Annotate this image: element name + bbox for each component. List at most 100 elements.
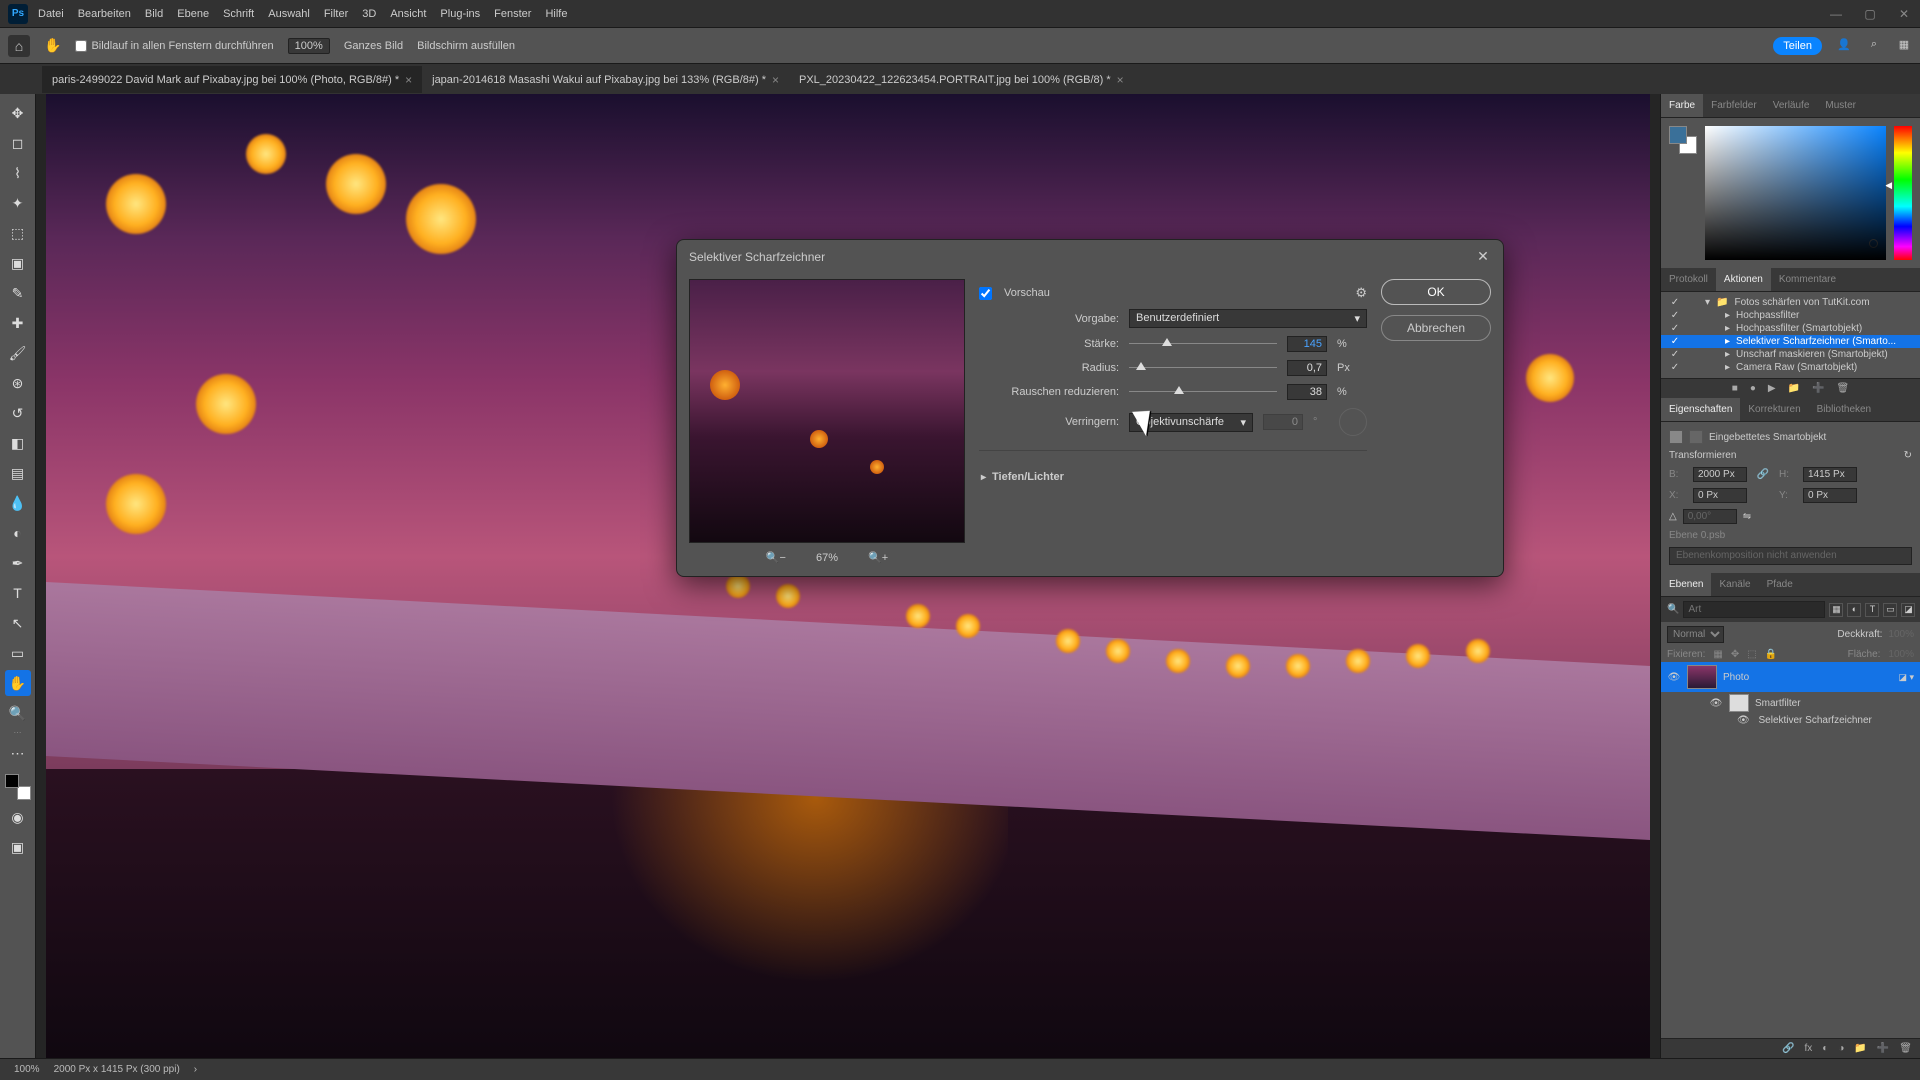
opacity-value[interactable]: 100% (1888, 629, 1914, 640)
layer-filter-input[interactable] (1683, 601, 1825, 618)
tab-protokoll[interactable]: Protokoll (1661, 268, 1716, 291)
scroll-all-checkbox[interactable] (75, 40, 87, 52)
link-icon[interactable]: 🔗 (1753, 469, 1773, 480)
filter-mask-thumb[interactable] (1729, 694, 1749, 712)
tab-muster[interactable]: Muster (1817, 94, 1864, 117)
lock-position-icon[interactable]: ✥ (1731, 649, 1739, 660)
zoom-out-icon[interactable]: 🔍− (766, 551, 786, 564)
x-field[interactable]: 0 Px (1693, 488, 1747, 503)
y-field[interactable]: 0 Px (1803, 488, 1857, 503)
window-minimize-icon[interactable]: — (1828, 7, 1844, 21)
tab-verlaeufe[interactable]: Verläufe (1765, 94, 1818, 117)
fill-value[interactable]: 100% (1888, 649, 1914, 660)
tab-aktionen[interactable]: Aktionen (1716, 268, 1771, 291)
search-icon[interactable]: 🔍 (1667, 604, 1679, 615)
filter-shape-icon[interactable]: ▭ (1883, 603, 1897, 617)
tab-eigenschaften[interactable]: Eigenschaften (1661, 398, 1740, 421)
bell-icon[interactable]: 👤 (1836, 38, 1852, 54)
chevron-right-icon[interactable]: ▸ (1725, 323, 1730, 334)
angle-field[interactable]: 0,00° (1683, 509, 1737, 524)
fill-screen-button[interactable]: Bildschirm ausfüllen (417, 40, 515, 52)
filter-type-icon[interactable]: T (1865, 603, 1879, 617)
history-brush-tool[interactable]: ↺ (5, 400, 31, 426)
preview-checkbox[interactable] (979, 287, 992, 300)
dodge-tool[interactable]: ◐ (5, 520, 31, 546)
healing-tool[interactable]: ✚ (5, 310, 31, 336)
noise-slider[interactable] (1129, 385, 1277, 399)
fg-bg-color-swatch[interactable] (1669, 126, 1697, 154)
share-button[interactable]: Teilen (1773, 37, 1822, 55)
frame-tool[interactable]: ▣ (5, 250, 31, 276)
menu-auswahl[interactable]: Auswahl (268, 8, 310, 20)
mask-icon[interactable]: ◐ (1822, 1043, 1828, 1054)
quickmask-icon[interactable]: ◉ (5, 804, 31, 830)
trash-icon[interactable]: 🗑 (1899, 1043, 1912, 1054)
tab-farbe[interactable]: Farbe (1661, 94, 1703, 117)
noise-value[interactable]: 38 (1287, 384, 1327, 400)
transform-header[interactable]: Transformieren (1669, 450, 1736, 461)
lock-nesting-icon[interactable]: ⬚ (1747, 649, 1756, 660)
flip-h-icon[interactable]: ⇋ (1743, 511, 1751, 522)
tab-pfade[interactable]: Pfade (1759, 573, 1801, 596)
new-folder-icon[interactable]: 📁 (1788, 383, 1800, 394)
adjustment-icon[interactable]: ◑ (1838, 1043, 1844, 1054)
window-maximize-icon[interactable]: ▢ (1862, 7, 1878, 21)
chevron-down-icon[interactable]: ▾ (1705, 297, 1710, 308)
menu-hilfe[interactable]: Hilfe (545, 8, 567, 20)
chevron-right-icon[interactable]: ▸ (1725, 362, 1730, 373)
new-layer-icon[interactable]: ➕ (1877, 1043, 1889, 1054)
record-icon[interactable]: ● (1750, 383, 1756, 394)
radius-value[interactable]: 0,7 (1287, 360, 1327, 376)
layer-comp-select[interactable]: Ebenenkomposition nicht anwenden (1669, 547, 1912, 565)
workspace-icon[interactable]: ▦ (1896, 38, 1912, 54)
action-folder[interactable]: ✓ ▾ 📁 Fotos schärfen von TutKit.com (1661, 296, 1920, 309)
tab-ebenen[interactable]: Ebenen (1661, 573, 1711, 596)
smartobject-badge-icon[interactable]: ◪ ▾ (1898, 672, 1914, 683)
action-item[interactable]: ✓ ▸ Hochpassfilter (1661, 309, 1920, 322)
ok-button[interactable]: OK (1381, 279, 1491, 305)
action-item[interactable]: ✓ ▸ Camera Raw (Smartobjekt) (1661, 361, 1920, 374)
filter-adjust-icon[interactable]: ◐ (1847, 603, 1861, 617)
settings-gear-icon[interactable]: ⚙ (1355, 285, 1367, 301)
layer-thumb[interactable] (1687, 665, 1717, 689)
check-icon[interactable]: ✓ (1669, 349, 1681, 360)
move-tool[interactable]: ✥ (5, 100, 31, 126)
check-icon[interactable]: ✓ (1669, 310, 1681, 321)
strength-slider[interactable] (1129, 337, 1277, 351)
tab-kanaele[interactable]: Kanäle (1711, 573, 1758, 596)
trash-icon[interactable]: 🗑 (1837, 383, 1850, 394)
fg-bg-swatch[interactable] (5, 774, 31, 800)
fit-screen-button[interactable]: Ganzes Bild (344, 40, 403, 52)
fx-icon[interactable]: fx (1805, 1043, 1813, 1054)
visibility-icon[interactable]: 👁 (1737, 715, 1750, 726)
menu-filter[interactable]: Filter (324, 8, 348, 20)
crop-tool[interactable]: ⬚ (5, 220, 31, 246)
color-field[interactable]: ◀ (1705, 126, 1886, 260)
hand-tool-icon[interactable]: ✋ (44, 37, 61, 54)
action-item[interactable]: ✓ ▸ Unscharf maskieren (Smartobjekt) (1661, 348, 1920, 361)
tab-kommentare[interactable]: Kommentare (1771, 268, 1844, 291)
search-icon[interactable]: ⌕ (1866, 38, 1882, 54)
brush-tool[interactable]: 🖌 (5, 340, 31, 366)
cancel-button[interactable]: Abbrechen (1381, 315, 1491, 341)
chevron-right-icon[interactable]: ▸ (1725, 336, 1730, 347)
filter-pixel-icon[interactable]: ▦ (1829, 603, 1843, 617)
stop-icon[interactable]: ■ (1732, 383, 1738, 394)
home-icon[interactable]: ⌂ (8, 35, 30, 57)
close-tab-icon[interactable]: × (772, 73, 779, 87)
path-tool[interactable]: ↖ (5, 610, 31, 636)
menu-plugins[interactable]: Plug-ins (440, 8, 480, 20)
screenmode-icon[interactable]: ▣ (5, 834, 31, 860)
lock-all-icon[interactable]: 🔒 (1765, 649, 1777, 660)
preset-select[interactable]: Benutzerdefiniert▾ (1129, 309, 1367, 328)
close-tab-icon[interactable]: × (1117, 73, 1124, 87)
blend-mode-select[interactable]: Normal (1667, 626, 1724, 643)
width-field[interactable]: 2000 Px (1693, 467, 1747, 482)
dialog-close-icon[interactable]: ✕ (1475, 248, 1491, 265)
new-action-icon[interactable]: ➕ (1812, 383, 1824, 394)
zoom-value[interactable]: 100% (288, 38, 330, 54)
tab-korrekturen[interactable]: Korrekturen (1740, 398, 1808, 421)
menu-datei[interactable]: Datei (38, 8, 64, 20)
chevron-right-icon[interactable]: › (194, 1064, 197, 1075)
remove-select[interactable]: Objektivunschärfe▾ (1129, 413, 1253, 432)
